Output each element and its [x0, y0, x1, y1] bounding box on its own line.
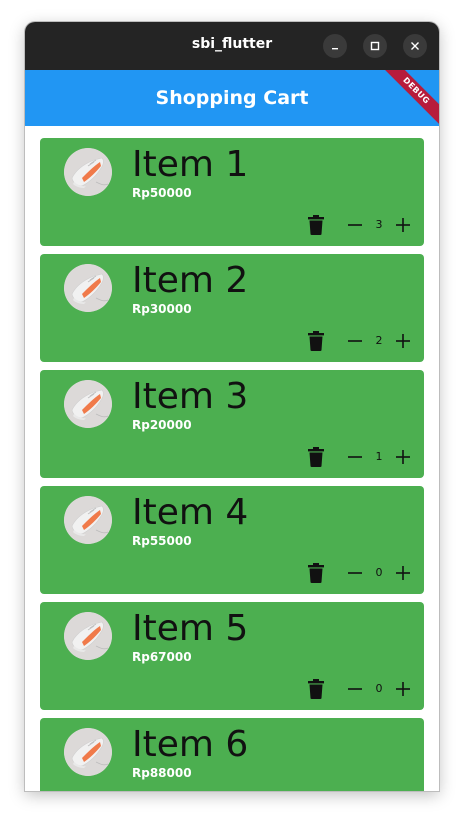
item-name: Item 3 [132, 376, 249, 417]
title-bar: sbi_flutter [25, 22, 439, 70]
cart-item-card: Item 2 Rp30000 2 [40, 254, 424, 362]
cart-item-card: Item 1 Rp50000 3 [40, 138, 424, 246]
sneaker-icon [64, 612, 112, 660]
cart-item-card: Item 5 Rp67000 0 [40, 602, 424, 710]
product-avatar [64, 612, 112, 660]
quantity-value: 0 [375, 682, 383, 695]
maximize-icon [370, 41, 380, 51]
minimize-icon [332, 48, 338, 50]
item-name: Item 4 [132, 492, 249, 533]
close-button[interactable] [403, 34, 427, 58]
close-icon [411, 42, 419, 50]
maximize-button[interactable] [363, 34, 387, 58]
item-name: Item 6 [132, 724, 249, 765]
sneaker-icon [64, 148, 112, 196]
sneaker-icon [64, 728, 112, 776]
item-name: Item 1 [132, 144, 249, 185]
increase-quantity-button[interactable] [394, 564, 412, 582]
sneaker-icon [64, 496, 112, 544]
product-avatar [64, 380, 112, 428]
item-price: Rp50000 [132, 186, 192, 200]
item-name: Item 5 [132, 608, 249, 649]
increase-quantity-button[interactable] [394, 448, 412, 466]
product-avatar [64, 148, 112, 196]
quantity-value: 1 [375, 450, 383, 463]
app-bar: Shopping Cart DEBUG [25, 70, 439, 126]
delete-button[interactable] [307, 563, 325, 583]
app-bar-title: Shopping Cart [155, 87, 309, 109]
decrease-quantity-button[interactable] [346, 680, 364, 698]
delete-button[interactable] [307, 331, 325, 351]
item-price: Rp67000 [132, 650, 192, 664]
increase-quantity-button[interactable] [394, 216, 412, 234]
product-avatar [64, 264, 112, 312]
cart-item-card: Item 4 Rp55000 0 [40, 486, 424, 594]
quantity-value: 2 [375, 334, 383, 347]
decrease-quantity-button[interactable] [346, 564, 364, 582]
item-price: Rp30000 [132, 302, 192, 316]
product-avatar [64, 496, 112, 544]
app-window: sbi_flutter Shopping Cart DEBUG Item 1 R… [25, 22, 439, 791]
delete-button[interactable] [307, 679, 325, 699]
item-price: Rp20000 [132, 418, 192, 432]
sneaker-icon [64, 380, 112, 428]
decrease-quantity-button[interactable] [346, 448, 364, 466]
cart-item-card: Item 6 Rp88000 [40, 718, 424, 791]
item-price: Rp88000 [132, 766, 192, 780]
quantity-value: 3 [375, 218, 383, 231]
minimize-button[interactable] [323, 34, 347, 58]
increase-quantity-button[interactable] [394, 680, 412, 698]
decrease-quantity-button[interactable] [346, 216, 364, 234]
product-avatar [64, 728, 112, 776]
item-name: Item 2 [132, 260, 249, 301]
delete-button[interactable] [307, 447, 325, 467]
increase-quantity-button[interactable] [394, 332, 412, 350]
decrease-quantity-button[interactable] [346, 332, 364, 350]
sneaker-icon [64, 264, 112, 312]
delete-button[interactable] [307, 215, 325, 235]
cart-list[interactable]: Item 1 Rp50000 3 Item 2 Rp30000 2 Item 3… [25, 126, 439, 791]
cart-item-card: Item 3 Rp20000 1 [40, 370, 424, 478]
item-price: Rp55000 [132, 534, 192, 548]
quantity-value: 0 [375, 566, 383, 579]
